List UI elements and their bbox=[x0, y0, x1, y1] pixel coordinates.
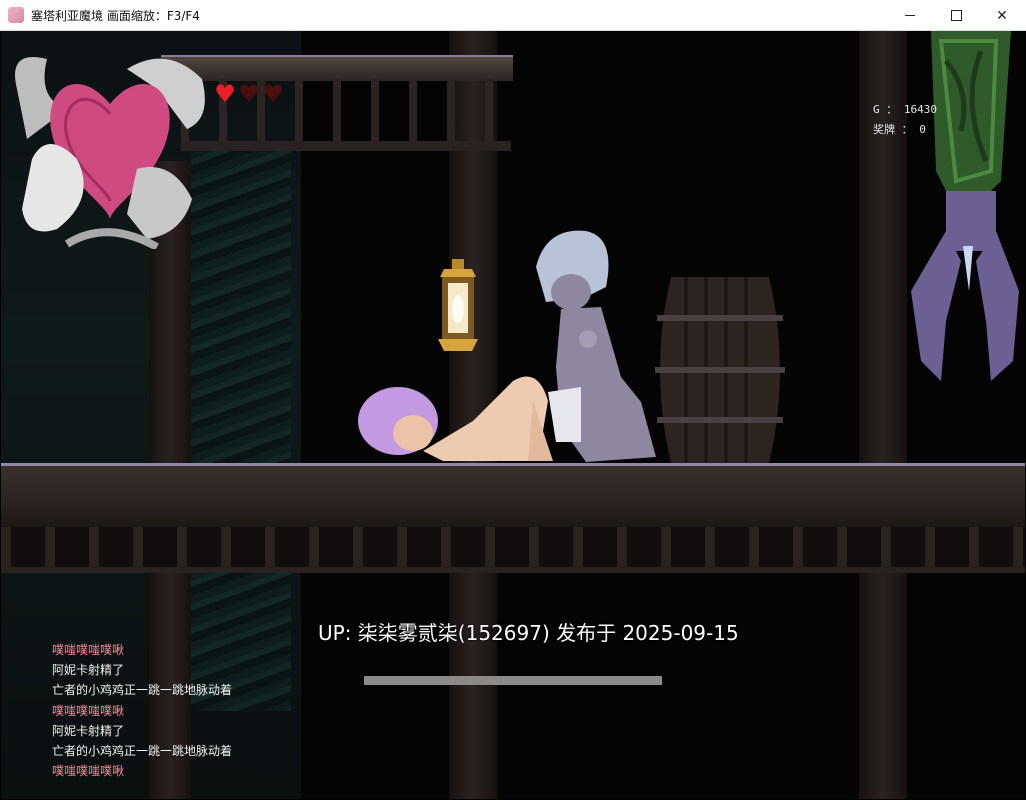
heart-empty-icon: ♥ bbox=[262, 80, 284, 108]
log-message: 阿妮卡射精了 bbox=[52, 723, 125, 738]
loading-progress-bar bbox=[364, 676, 662, 685]
game-viewport[interactable]: ♥ ♥ ♥ G ： 16430 奖牌 ： 0 UP: 柒柒雾贰柒(152697)… bbox=[1, 31, 1025, 799]
maximize-icon bbox=[950, 10, 962, 21]
minimize-icon bbox=[905, 15, 915, 16]
log-message: 噗嗤噗嗤噗啾 bbox=[52, 643, 125, 657]
minimize-button[interactable] bbox=[887, 0, 933, 31]
window-title: 塞塔利亚魔境 画面缩放：F3/F4 bbox=[31, 9, 200, 23]
close-button[interactable]: ✕ bbox=[979, 0, 1025, 31]
gold-counter: G ： 16430 bbox=[873, 103, 937, 116]
lower-railing bbox=[1, 527, 1025, 573]
barrel-sprite bbox=[655, 277, 785, 463]
medal-counter: 奖牌 ： 0 bbox=[873, 123, 926, 136]
pink-haired-girl-sprite bbox=[358, 376, 553, 461]
lantern-sprite bbox=[438, 259, 478, 351]
upper-beam bbox=[161, 55, 513, 81]
maximize-button[interactable] bbox=[933, 0, 979, 31]
log-message: 亡者的小鸡鸡正一跳一跳地脉动着 bbox=[52, 743, 233, 758]
log-message: 阿妮卡射精了 bbox=[52, 663, 125, 678]
wooden-post-right bbox=[859, 31, 907, 799]
tree-monster-sprite bbox=[911, 31, 1019, 381]
app-icon bbox=[8, 7, 24, 23]
log-message: 噗嗤噗嗤噗啾 bbox=[52, 703, 125, 718]
uploader-banner: UP: 柒柒雾贰柒(152697) 发布于 2025-09-15 bbox=[318, 621, 739, 645]
message-log: 噗嗤噗嗤噗啾 阿妮卡射精了 亡者的小鸡鸡正一跳一跳地脉动着 噗嗤噗嗤噗啾 阿妮卡… bbox=[52, 640, 312, 781]
window-titlebar: 塞塔利亚魔境 画面缩放：F3/F4 ✕ bbox=[0, 0, 1026, 31]
log-message: 亡者的小鸡鸡正一跳一跳地脉动着 bbox=[52, 683, 233, 698]
status-crest-icon bbox=[15, 57, 205, 249]
loading-progress-fill bbox=[364, 676, 662, 685]
wooden-floor-platform bbox=[1, 463, 1025, 527]
close-icon: ✕ bbox=[996, 7, 1008, 24]
health-hearts: ♥ ♥ ♥ bbox=[214, 80, 284, 108]
heart-empty-icon: ♥ bbox=[238, 80, 260, 108]
log-message: 噗嗤噗嗤噗啾 bbox=[52, 764, 125, 779]
heart-full-icon: ♥ bbox=[214, 80, 236, 108]
